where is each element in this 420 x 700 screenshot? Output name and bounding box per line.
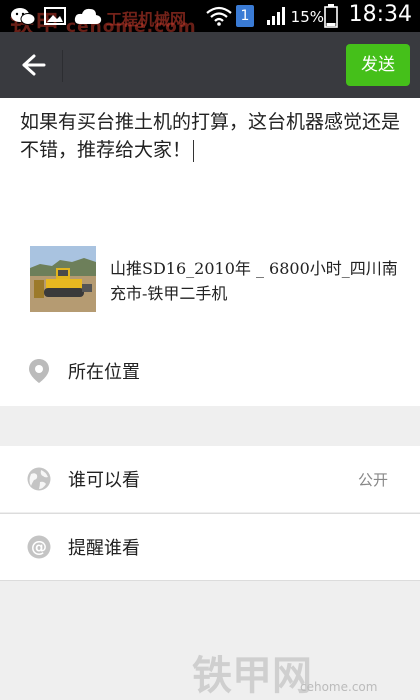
bottom-watermark-text: 铁甲网 bbox=[192, 653, 312, 699]
link-thumbnail bbox=[30, 246, 96, 312]
clock: 18:34 bbox=[348, 2, 412, 27]
wechat-icon bbox=[11, 8, 36, 25]
mention-row[interactable]: @ 提醒谁看 bbox=[0, 514, 420, 580]
globe-icon bbox=[27, 467, 51, 491]
battery-percent: 15% bbox=[290, 8, 324, 26]
bulldozer-image bbox=[30, 246, 96, 312]
title-bar: 发送 bbox=[0, 32, 420, 98]
location-row[interactable]: 所在位置 bbox=[0, 338, 420, 404]
shared-link-card[interactable]: 山推SD16_2010年 _ 6800小时_四川南充市-铁甲二手机 bbox=[30, 246, 400, 314]
title-bar-divider bbox=[62, 50, 63, 82]
section-divider bbox=[0, 580, 420, 581]
visibility-value: 公开 bbox=[357, 471, 388, 489]
text-cursor bbox=[193, 140, 195, 162]
visibility-label: 谁可以看 bbox=[68, 470, 140, 491]
watermark-overlay-text: 工程机械网 bbox=[106, 10, 187, 29]
signal-icon bbox=[267, 7, 285, 25]
mention-label: 提醒谁看 bbox=[68, 538, 140, 559]
post-text-input[interactable]: 如果有买台推土机的打算，这台机器感觉还是不错，推荐给大家！ bbox=[20, 108, 400, 164]
sim-icon: 1 bbox=[236, 5, 254, 27]
cloud-icon bbox=[74, 8, 102, 24]
status-bar: 铁甲 cehome.com 工程机械网 1 15% 18:34 bbox=[0, 0, 420, 38]
location-label: 所在位置 bbox=[68, 362, 140, 383]
compose-area: 如果有买台推土机的打算，这台机器感觉还是不错，推荐给大家！ 山推SD16_201… bbox=[0, 98, 420, 406]
back-arrow-icon[interactable] bbox=[14, 48, 50, 82]
wifi-icon bbox=[206, 6, 232, 26]
link-title: 山推SD16_2010年 _ 6800小时_四川南充市-铁甲二手机 bbox=[110, 259, 398, 303]
location-pin-icon bbox=[29, 359, 49, 383]
image-icon bbox=[44, 7, 66, 25]
bottom-watermark: 铁甲网 bbox=[192, 643, 312, 700]
bottom-watermark-domain: cehome.com bbox=[300, 680, 378, 694]
battery-icon bbox=[324, 4, 338, 28]
visibility-row[interactable]: 谁可以看 公开 bbox=[0, 446, 420, 512]
sim-badge-number: 1 bbox=[240, 8, 250, 24]
send-button[interactable]: 发送 bbox=[346, 44, 410, 86]
svg-text:@: @ bbox=[31, 537, 47, 556]
post-text-content: 如果有买台推土机的打算，这台机器感觉还是不错，推荐给大家！ bbox=[20, 111, 401, 161]
at-sign-icon: @ bbox=[27, 535, 51, 559]
